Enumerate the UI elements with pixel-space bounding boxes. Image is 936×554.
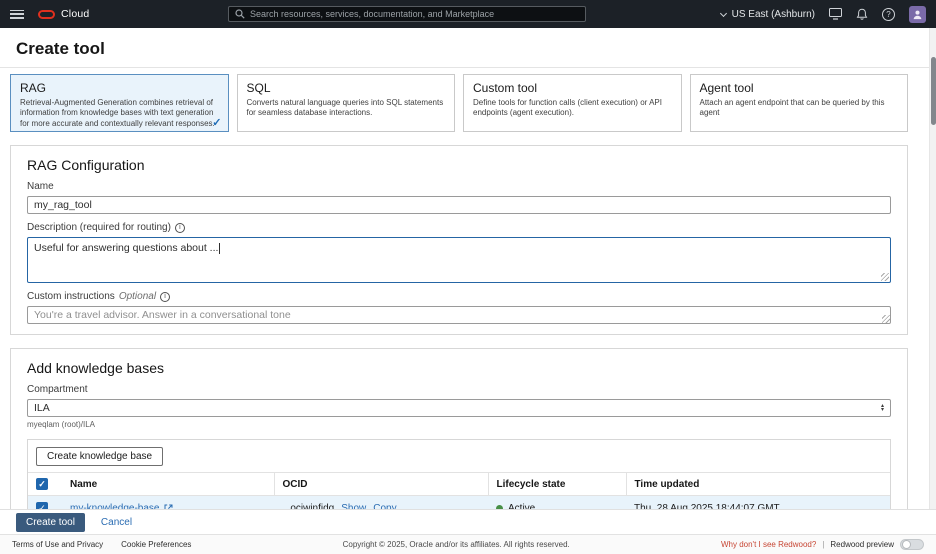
tool-card-title: RAG (20, 81, 219, 95)
tool-card-title: SQL (247, 81, 446, 95)
cancel-button[interactable]: Cancel (101, 517, 132, 528)
tool-card-description: Define tools for function calls (client … (473, 98, 672, 119)
brand-label: Cloud (61, 8, 89, 20)
oracle-logo (38, 10, 55, 19)
redwood-preview-toggle[interactable] (900, 539, 924, 550)
page-content: Create tool RAG Retrieval-Augmented Gene… (0, 28, 929, 554)
column-header-time[interactable]: Time updated (626, 473, 890, 496)
region-label: US East (Ashburn) (732, 9, 815, 20)
global-search[interactable] (228, 6, 586, 22)
chevron-down-icon (720, 9, 727, 16)
custom-instructions-label: Custom instructions Optional i (27, 291, 891, 303)
tool-card-title: Custom tool (473, 81, 672, 95)
tool-card-agent[interactable]: Agent tool Attach an agent endpoint that… (690, 74, 909, 132)
resize-handle[interactable] (882, 315, 890, 323)
tool-card-description: Attach an agent endpoint that can be que… (700, 98, 899, 119)
profile-avatar[interactable] (909, 6, 926, 23)
section-heading: Add knowledge bases (27, 361, 891, 376)
info-icon[interactable]: i (160, 292, 170, 302)
compartment-label: Compartment (27, 384, 891, 396)
selected-check-icon: ✓ (212, 116, 221, 129)
copyright-text: Copyright © 2025, Oracle and/or its affi… (191, 540, 721, 549)
region-selector[interactable]: US East (Ashburn) (721, 9, 815, 20)
redwood-question-link[interactable]: Why don't I see Redwood? (721, 540, 816, 549)
optional-tag: Optional (119, 291, 156, 303)
column-header-ocid[interactable]: OCID (274, 473, 488, 496)
tool-card-description: Converts natural language queries into S… (247, 98, 446, 119)
search-icon (235, 9, 245, 19)
tool-card-custom[interactable]: Custom tool Define tools for function ca… (463, 74, 682, 132)
column-header-lifecycle[interactable]: Lifecycle state (488, 473, 626, 496)
cloud-shell-icon[interactable] (829, 8, 842, 20)
text-caret (219, 243, 220, 254)
select-all-checkbox[interactable]: ✓ (36, 478, 48, 490)
compartment-path: myeqlam (root)/ILA (27, 420, 891, 429)
name-label: Name (27, 181, 891, 193)
footer-separator: | (822, 540, 824, 549)
page-header: Create tool (0, 28, 929, 68)
section-heading: RAG Configuration (27, 158, 891, 173)
create-knowledge-base-button[interactable]: Create knowledge base (36, 447, 163, 466)
column-header-name[interactable]: Name (62, 473, 274, 496)
footer: Terms of Use and Privacy Cookie Preferen… (0, 534, 936, 554)
toggle-knob (902, 540, 911, 549)
rag-configuration-panel: RAG Configuration Name Description (requ… (10, 145, 908, 335)
cookie-preferences-link[interactable]: Cookie Preferences (121, 540, 191, 549)
tool-card-description: Retrieval-Augmented Generation combines … (20, 98, 219, 129)
compartment-select[interactable]: ILA ▴▾ (27, 399, 891, 417)
notifications-bell-icon[interactable] (856, 8, 868, 21)
select-arrows-icon: ▴▾ (881, 404, 884, 413)
redwood-preview-label: Redwood preview (830, 540, 894, 549)
oracle-cloud-console: Cloud US East (Ashburn) ? (0, 0, 936, 554)
description-label: Description (required for routing) i (27, 222, 891, 234)
scrollbar-track[interactable] (929, 28, 936, 554)
resize-handle[interactable] (881, 273, 889, 281)
tool-type-cards: RAG Retrieval-Augmented Generation combi… (10, 74, 908, 132)
help-icon[interactable]: ? (882, 8, 895, 21)
tool-card-rag[interactable]: RAG Retrieval-Augmented Generation combi… (10, 74, 229, 132)
create-tool-button[interactable]: Create tool (16, 513, 85, 532)
compartment-value: ILA (34, 402, 50, 414)
user-icon (912, 9, 923, 20)
scrollbar-thumb[interactable] (931, 57, 936, 125)
description-input[interactable]: Useful for answering questions about ... (27, 237, 891, 283)
menu-icon[interactable] (10, 10, 24, 19)
description-value: Useful for answering questions about ... (34, 242, 218, 254)
custom-instructions-input[interactable] (27, 306, 891, 324)
info-icon[interactable]: i (175, 223, 185, 233)
search-input[interactable] (250, 9, 579, 19)
action-bar: Create tool Cancel (0, 509, 936, 534)
topbar: Cloud US East (Ashburn) ? (0, 0, 936, 28)
name-input[interactable] (27, 196, 891, 214)
tool-card-title: Agent tool (700, 81, 899, 95)
terms-link[interactable]: Terms of Use and Privacy (12, 540, 103, 549)
tool-card-sql[interactable]: SQL Converts natural language queries in… (237, 74, 456, 132)
page-title: Create tool (16, 39, 913, 58)
